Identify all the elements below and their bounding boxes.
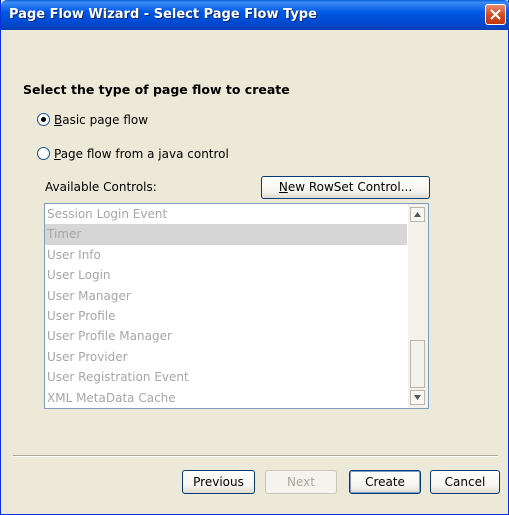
footer-separator: [13, 455, 498, 457]
button-mnemonic: N: [278, 180, 288, 194]
list-item[interactable]: User Provider: [45, 347, 407, 367]
list-item[interactable]: User Registration Event: [45, 367, 407, 387]
title-bar[interactable]: Page Flow Wizard - Select Page Flow Type: [1, 0, 509, 30]
close-button[interactable]: [485, 4, 506, 25]
scroll-up-icon: [414, 212, 421, 217]
close-icon: [490, 9, 501, 20]
radio-java-control-page-flow[interactable]: Page flow from a java control: [37, 147, 229, 161]
available-controls-list[interactable]: Session Login Event Timer User Info User…: [44, 203, 429, 409]
list-item[interactable]: User Profile: [45, 306, 407, 326]
radio-basic-page-flow[interactable]: Basic page flow: [37, 113, 148, 127]
radio-label: asic page flow: [62, 113, 149, 127]
previous-button[interactable]: Previous: [182, 470, 255, 494]
scroll-down-button[interactable]: [410, 390, 425, 405]
list-item[interactable]: User Manager: [45, 286, 407, 306]
list-item[interactable]: Session Login Event: [45, 204, 407, 224]
vertical-scrollbar[interactable]: [408, 204, 428, 408]
list-item[interactable]: User Profile Manager: [45, 326, 407, 346]
list-item[interactable]: User Info: [45, 245, 407, 265]
next-button[interactable]: Next: [265, 470, 337, 494]
scroll-up-button[interactable]: [410, 207, 425, 222]
button-label: ew RowSet Control...: [287, 180, 413, 194]
window-title: Page Flow Wizard - Select Page Flow Type: [9, 7, 317, 22]
cancel-button[interactable]: Cancel: [430, 470, 500, 494]
radio-button-icon[interactable]: [37, 113, 50, 126]
radio-label: age flow from a java control: [60, 147, 229, 161]
scroll-down-icon: [414, 395, 421, 400]
radio-mnemonic: P: [54, 147, 61, 161]
list-item-selected[interactable]: Timer: [45, 224, 407, 245]
scrollbar-thumb[interactable]: [410, 340, 425, 388]
page-heading: Select the type of page flow to create: [23, 82, 290, 97]
dialog-window: Page Flow Wizard - Select Page Flow Type…: [0, 0, 509, 515]
available-controls-label: Available Controls:: [45, 180, 157, 194]
create-button[interactable]: Create: [349, 470, 421, 494]
radio-mnemonic: B: [54, 113, 63, 127]
list-item[interactable]: User Login: [45, 265, 407, 285]
new-rowset-control-button[interactable]: New RowSet Control...: [261, 176, 430, 199]
list-item[interactable]: XML MetaData Cache: [45, 388, 407, 408]
radio-button-icon[interactable]: [37, 147, 50, 160]
